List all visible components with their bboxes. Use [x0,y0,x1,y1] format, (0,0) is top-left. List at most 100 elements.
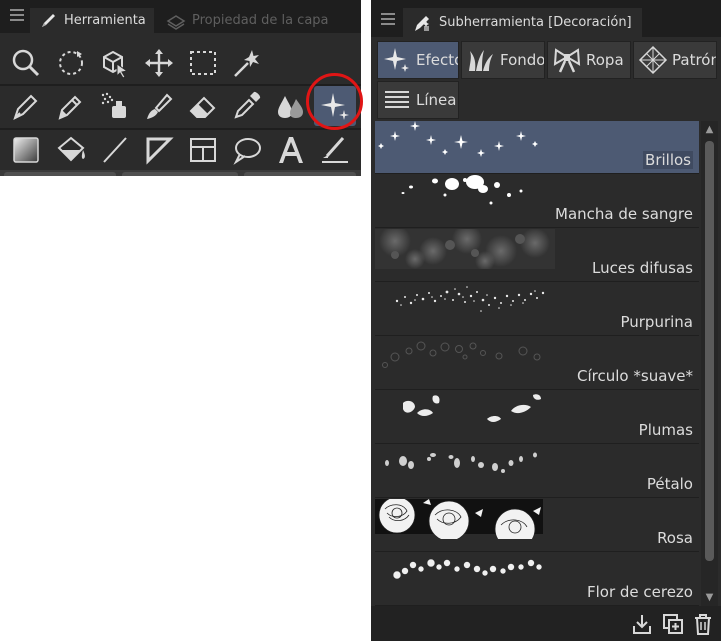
scroll-down-icon[interactable]: ▼ [701,591,718,605]
subtool-panel: Subherramienta [Decoración] Efecto Fondo… [371,0,721,641]
tab-herramienta[interactable]: Herramienta [30,8,154,33]
tool-auto-select[interactable] [226,43,268,83]
pencil-icon [58,95,82,120]
tool-fill[interactable] [50,130,92,170]
eyedropper-icon [234,91,261,119]
blend-icon [278,96,303,118]
tab-subherramienta[interactable]: Subherramienta [Decoración] [403,8,642,37]
item-label: Rosa [657,529,693,547]
panel-menu-icon[interactable] [381,13,395,27]
frame-border-icon [190,138,216,162]
tool-eyedropper[interactable] [226,86,268,126]
tab-propiedad-capa[interactable]: Propiedad de la capa [158,8,337,33]
lines-icon [385,91,409,108]
item-label: Mancha de sangre [555,205,693,223]
category-bar: Efecto Fondo Ropa Patrón Línea [371,37,721,119]
tool-balloon[interactable] [226,130,268,170]
tool-eraser[interactable] [182,86,224,126]
tool-tab-bar: Herramienta Propiedad de la capa [0,0,361,33]
category-label: Fondo [500,51,545,69]
category-label: Línea [416,91,457,109]
tool-panel: Herramienta Propiedad de la capa [0,0,363,176]
tool-ruler[interactable] [138,130,180,170]
layer-property-icon [166,14,186,30]
tool-frame[interactable] [182,130,224,170]
tool-correct-line[interactable] [314,130,356,170]
category-fondo[interactable]: Fondo [461,41,545,79]
airbrush-icon [101,92,126,118]
tool-pen[interactable] [5,86,47,126]
import-button[interactable] [630,612,654,636]
selection-rect-icon [190,51,216,75]
subtool-footer [371,606,721,641]
category-linea[interactable]: Línea [377,81,459,119]
list-item-flor-de-cerezo[interactable]: Flor de cerezo [375,553,699,606]
decoration-tool-icon [415,15,429,31]
preview-image [375,499,543,539]
fill-icon [57,136,85,162]
duplicate-button[interactable] [661,612,685,636]
trash-icon [695,614,711,635]
item-label: Pétalo [646,475,693,493]
text-icon [279,137,303,163]
tool-gradient[interactable] [5,130,47,170]
tool-zoom[interactable] [5,43,47,83]
tool-text[interactable] [270,130,312,170]
eraser-icon [189,96,216,118]
tool-line[interactable] [94,130,136,170]
pen-icon [13,94,38,120]
rotate-icon [59,51,83,75]
tab-label: Herramienta [64,13,146,28]
item-label: Luces difusas [592,259,693,277]
tool-selection[interactable] [182,43,224,83]
sparkle-icon [384,48,409,72]
gradient-icon [13,137,39,163]
item-label: Brillos [643,151,693,169]
subtool-list: Brillos Mancha de sangre Luces difusas P… [375,121,699,606]
list-item-plumas[interactable]: Plumas [375,391,699,444]
list-item-purpurina[interactable]: Purpurina [375,283,699,336]
correct-line-icon [322,137,348,163]
object-select-icon [103,50,129,79]
duplicate-icon [663,614,683,634]
category-label: Ropa [586,51,624,69]
speech-balloon-icon [233,138,261,165]
brush-icon [147,93,173,119]
subtool-title: Subherramienta [Decoración] [439,15,632,30]
item-label: Purpurina [620,313,693,331]
tool-airbrush[interactable] [94,86,136,126]
item-label: Círculo *suave* [577,367,693,385]
auto-select-wand-icon [234,50,259,77]
list-item-mancha-de-sangre[interactable]: Mancha de sangre [375,175,699,228]
pen-icon [42,13,55,27]
delete-button[interactable] [691,612,715,636]
tool-panel-bottom [0,170,361,176]
tool-decoration[interactable] [314,86,356,126]
line-icon [103,137,127,163]
tool-object-select[interactable] [94,43,136,83]
category-label: Efecto [416,51,459,69]
list-scrollbar[interactable]: ▲ ▼ [701,121,718,606]
panel-menu-icon[interactable] [10,9,24,23]
scroll-up-icon[interactable]: ▲ [701,123,718,137]
item-label: Plumas [638,421,693,439]
list-item-luces-difusas[interactable]: Luces difusas [375,229,699,282]
tool-pencil[interactable] [50,86,92,126]
tool-rotate[interactable] [50,43,92,83]
list-item-petalo[interactable]: Pétalo [375,445,699,498]
category-patron[interactable]: Patrón [633,41,717,79]
scroll-thumb[interactable] [705,141,714,561]
tab-label: Propiedad de la capa [192,13,329,28]
import-icon [633,615,651,634]
category-ropa[interactable]: Ropa [547,41,631,79]
list-item-circulo-suave[interactable]: Círculo *suave* [375,337,699,390]
list-item-brillos[interactable]: Brillos [375,121,699,174]
tool-move[interactable] [138,43,180,83]
list-item-rosa[interactable]: Rosa [375,499,699,552]
category-efecto[interactable]: Efecto [377,41,459,79]
category-label: Patrón [672,51,717,69]
tool-blend[interactable] [270,86,312,126]
tool-brush[interactable] [138,86,180,126]
decoration-sparkle-icon [321,93,349,120]
move-icon [145,49,173,77]
